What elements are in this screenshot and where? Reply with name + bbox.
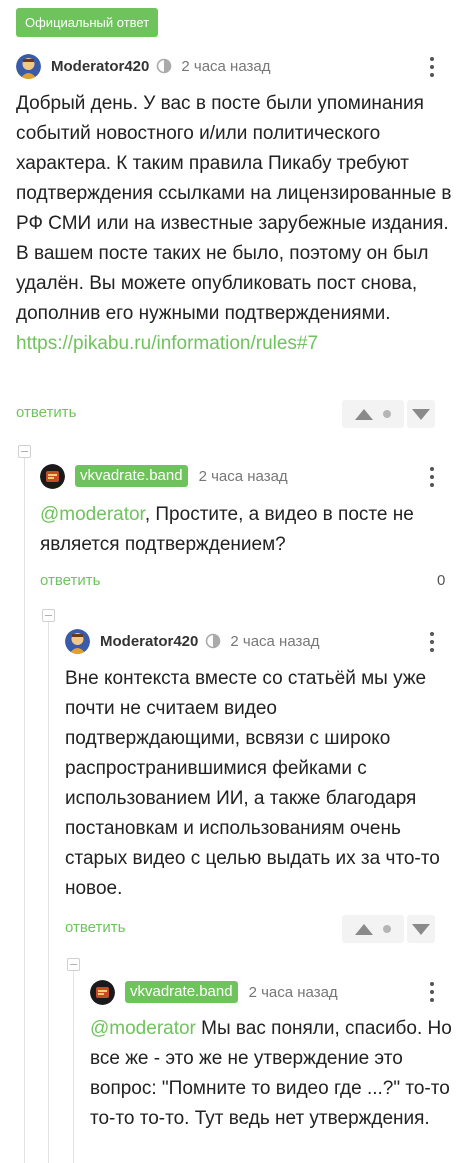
more-icon[interactable] xyxy=(429,467,435,487)
comment-header: vkvadrate.band 2 часа назад xyxy=(40,462,288,490)
more-icon[interactable] xyxy=(429,632,435,652)
thread-line-3[interactable] xyxy=(73,971,74,1163)
reply-button[interactable]: ответить xyxy=(40,572,100,589)
collapse-icon[interactable] xyxy=(67,958,80,971)
downvote-button[interactable] xyxy=(407,915,435,943)
band-avatar[interactable] xyxy=(40,463,65,489)
thread-line-1[interactable] xyxy=(24,454,25,1163)
vote-controls xyxy=(342,400,435,428)
comment-header: Moderator420 2 часа назад xyxy=(16,52,270,80)
downvote-icon xyxy=(412,408,430,420)
comment-score: 0 xyxy=(437,572,446,589)
reply-button[interactable]: ответить xyxy=(65,919,125,936)
thread-line-2[interactable] xyxy=(48,622,49,1163)
upvote-button[interactable] xyxy=(342,915,404,943)
moderator-avatar[interactable] xyxy=(65,628,90,654)
rating-dot-icon xyxy=(383,925,391,933)
comment-time: 2 часа назад xyxy=(248,983,338,1001)
upvote-icon xyxy=(355,923,373,935)
band-avatar[interactable] xyxy=(90,979,115,1005)
comment-text: Добрый день. У вас в посте были упоминан… xyxy=(16,93,452,354)
author-name[interactable]: vkvadrate.band xyxy=(125,981,238,1003)
author-name[interactable]: Moderator420 xyxy=(51,58,149,75)
mention-link[interactable]: @moderator xyxy=(90,1018,196,1039)
comment-text: @moderator, Простите, а видео в посте не… xyxy=(40,504,414,555)
comment-header: Moderator420 2 часа назад xyxy=(65,627,319,655)
comment-time: 2 часа назад xyxy=(181,57,271,75)
comment-text: @moderator Мы вас поняли, спасибо. Но вс… xyxy=(90,1018,452,1129)
author-name[interactable]: vkvadrate.band xyxy=(75,465,188,487)
author-name[interactable]: Moderator420 xyxy=(100,633,198,650)
downvote-button[interactable] xyxy=(407,400,435,428)
downvote-icon xyxy=(412,923,430,935)
collapse-icon[interactable] xyxy=(18,445,31,458)
official-answer-badge: Официальный ответ xyxy=(16,8,159,37)
upvote-button[interactable] xyxy=(342,400,404,428)
collapse-icon[interactable] xyxy=(42,609,55,622)
moderator-badge-icon xyxy=(205,633,221,649)
comment-header: vkvadrate.band 2 часа назад xyxy=(90,978,338,1006)
more-icon[interactable] xyxy=(429,982,435,1002)
mention-link[interactable]: @moderator xyxy=(40,504,145,525)
comment-time: 2 часа назад xyxy=(230,632,320,650)
moderator-badge-icon xyxy=(156,58,172,74)
moderator-avatar[interactable] xyxy=(16,53,41,79)
upvote-icon xyxy=(355,408,373,420)
vote-controls xyxy=(342,915,435,943)
comment-time: 2 часа назад xyxy=(198,467,288,485)
reply-button[interactable]: ответить xyxy=(16,404,76,421)
comment-text: Вне контекста вместе со статьёй мы уже п… xyxy=(65,668,440,899)
rating-dot-icon xyxy=(383,410,391,418)
rules-link[interactable]: https://pikabu.ru/information/rules#7 xyxy=(16,333,318,354)
more-icon[interactable] xyxy=(429,57,435,77)
